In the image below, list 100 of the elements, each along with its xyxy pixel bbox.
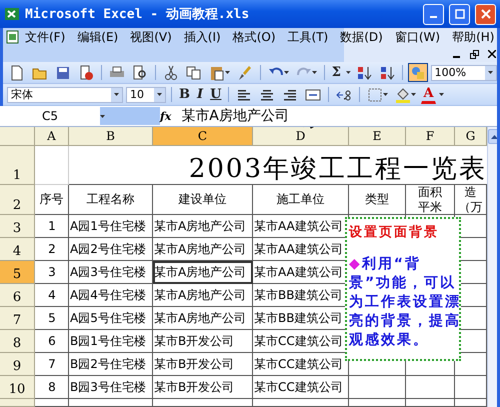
minimize-button[interactable] [423,4,444,24]
menu-item[interactable]: 数据(D) [336,28,391,46]
paintbrush-icon [236,64,253,80]
page-icon [9,64,25,80]
caret-icon [312,71,317,74]
excel-logo-icon [4,6,20,22]
row-header[interactable]: 5 [0,261,35,284]
formula-field[interactable]: 某市A房地产公司 [181,107,289,125]
table-cell: 4 [35,284,69,307]
empty-cell [349,376,406,399]
menu-item[interactable]: 文件(F) [21,28,74,46]
table-cell: A园2号住宅楼 [69,238,153,261]
table-cell: A园5号住宅楼 [69,307,153,330]
sort-ascending-icon [356,64,372,80]
table-cell: 某市A房地产公司 [153,261,253,284]
table-cell: A园3号住宅楼 [69,261,153,284]
column-header[interactable]: A [35,127,69,146]
menu-item[interactable]: 帮助(H) [448,28,500,46]
row-header[interactable]: 10 [0,376,35,399]
workbook-icon [5,29,21,45]
table-cell: A园1号住宅楼 [69,215,153,238]
empty-cell [406,376,455,399]
row-header[interactable]: 4 [0,238,35,261]
column-header[interactable]: D [253,127,349,146]
magnifier-page-icon [132,64,148,80]
row-header[interactable]: 9 [0,353,35,376]
scissors-icon [162,64,179,80]
column-header[interactable]: F [406,127,455,146]
restore-icon[interactable] [470,50,480,58]
row-header[interactable]: 7 [0,307,35,330]
column-header[interactable]: C [153,127,253,146]
table-cell: B园1号住宅楼 [69,330,153,353]
table-cell: 某市A房地产公司 [153,307,253,330]
caret-icon [438,93,444,96]
caret-icon [346,71,351,74]
menu-item[interactable]: 视图(V) [126,28,180,46]
maximize-button[interactable] [449,4,470,24]
table-cell: 某市B开发公司 [153,376,253,399]
merge-cells-icon [305,86,322,102]
table-cell: 1 [35,215,69,238]
document-stop-icon [78,64,94,80]
row-header[interactable]: 3 [0,215,35,238]
table-cell: 某市A房地产公司 [153,215,253,238]
table-cell: 某市A房地产公司 [153,284,253,307]
caret-icon [383,93,388,96]
caret-icon [114,93,119,96]
table-cell: 2 [35,238,69,261]
table-cell: 某市A房地产公司 [153,238,253,261]
italic-button[interactable]: I [195,85,206,104]
column-header[interactable]: G [455,127,487,146]
menu-item[interactable]: 编辑(E) [73,28,126,46]
close-icon[interactable] [488,50,496,58]
table-cell: 6 [35,330,69,353]
table-cell: 某市B开发公司 [153,330,253,353]
table-cell: 3 [35,261,69,284]
table-cell: 5 [35,307,69,330]
row-header[interactable]: 6 [0,284,35,307]
sheet-title: 2003年竣工工程一览表 [69,146,487,185]
table-cell: B园3号住宅楼 [69,376,153,399]
menu-item[interactable]: 窗口(W) [390,28,448,46]
menu-item[interactable]: 工具(T) [284,28,336,46]
text-box-heading: 设置页面背景 [349,224,440,241]
font-size-select[interactable]: 10 [126,86,166,102]
header-text: 建设单位 [178,192,226,207]
drawing-button[interactable] [408,63,428,82]
copy-icon [186,64,202,80]
maximize-icon [454,9,464,19]
column-header[interactable]: B [69,127,153,146]
underline-button[interactable]: U [208,85,224,104]
zoom-select[interactable]: 100% [430,64,497,80]
row-header[interactable]: 1 [0,146,35,185]
table-cell: 某市B开发公司 [153,353,253,376]
close-button[interactable] [475,4,496,24]
font-select[interactable]: 宋体 [7,86,123,102]
header-text: 面积 [418,185,442,200]
column-header[interactable]: E [349,127,406,146]
shapes-icon [410,64,426,80]
table-cell: A园4号住宅楼 [69,284,153,307]
row-header[interactable]: 2 [0,185,35,215]
close-icon [480,9,490,19]
text-box-body: ◆利用“背景”功能，可以为工作表设置漂亮的背景，提高观感效果。 [349,255,462,350]
vertical-scrollbar[interactable] [487,127,497,407]
scroll-up-icon[interactable] [490,134,497,138]
table-cell: 8 [35,376,69,399]
caret-icon [284,71,289,74]
window-title: Microsoft Excel - 动画教程.xls [25,6,250,23]
autosum-button[interactable]: Σ [330,63,343,82]
header-text: （万 [458,200,482,214]
sort-descending-icon [378,64,395,80]
menu-item[interactable]: 插入(I) [180,28,229,46]
row-header[interactable]: 8 [0,330,35,353]
table-cell: 某市CC建筑公司 [253,376,349,399]
bold-button[interactable]: B [177,85,192,104]
table-cell: B园2号住宅楼 [69,353,153,376]
paint-bucket-icon [395,86,412,102]
caret-icon [157,93,162,96]
function-label[interactable]: fx [160,110,172,122]
header-text: 序号 [40,192,64,207]
menu-item[interactable]: 格式(O) [228,28,284,46]
header-text: 施工单位 [276,192,324,207]
